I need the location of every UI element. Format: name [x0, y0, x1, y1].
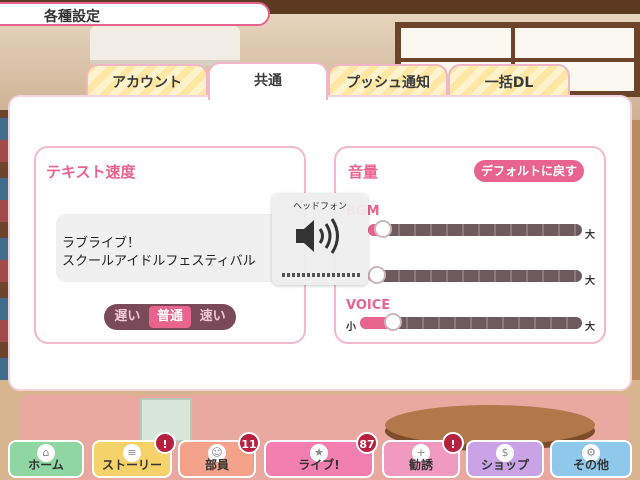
nav-home[interactable]: ⌂ ホーム: [8, 440, 84, 478]
voice-max-label: 大: [585, 322, 595, 333]
speaker-icon: [296, 218, 339, 254]
nav-other[interactable]: ⚙ その他: [550, 440, 632, 478]
nav-live[interactable]: ★ ライブ! 87: [264, 432, 378, 478]
tab-push-notification[interactable]: プッシュ通知: [328, 64, 448, 100]
nav-other-label: その他: [572, 458, 609, 472]
se-max-label: 大: [585, 276, 595, 287]
voice-label: VOICE: [346, 298, 391, 313]
tab-bulk-download[interactable]: 一括DL: [448, 64, 570, 100]
reset-default-button[interactable]: デフォルトに戻す: [474, 160, 584, 182]
speed-fast-button[interactable]: 速い: [191, 306, 234, 328]
nav-live-badge: 87: [356, 432, 378, 454]
se-slider-knob[interactable]: [368, 266, 386, 284]
voice-slider-knob[interactable]: [384, 313, 402, 331]
page-title: 各種設定: [44, 9, 100, 25]
nav-scout-badge: !: [442, 432, 464, 454]
headphone-volume-overlay: ヘッドフォン: [272, 193, 368, 285]
nav-members-badge: 11: [238, 432, 260, 454]
air-conditioner: [90, 26, 240, 66]
se-slider[interactable]: [368, 266, 582, 284]
nav-story-badge: !: [154, 432, 176, 454]
bgm-slider[interactable]: [368, 220, 582, 238]
nav-shop[interactable]: $ ショップ: [466, 440, 544, 478]
speed-slow-button[interactable]: 遅い: [106, 306, 149, 328]
nav-shop-label: ショップ: [480, 458, 529, 472]
nav-home-label: ホーム: [28, 458, 64, 472]
tab-account[interactable]: アカウント: [86, 64, 208, 100]
speed-normal-button[interactable]: 普通: [148, 306, 192, 328]
text-speed-title: テキスト速度: [46, 163, 136, 181]
sample-text-line2: スクールアイドルフェスティバル: [62, 254, 256, 269]
page-title-bar: 各種設定: [0, 2, 270, 26]
headphone-volume-meter: [282, 273, 360, 277]
sample-text-box: ラブライブ！ スクールアイドルフェスティバル: [56, 214, 286, 282]
volume-title: 音量: [348, 163, 379, 181]
nav-story-label: ストーリー: [101, 458, 162, 472]
tab-common[interactable]: 共通: [208, 62, 328, 100]
voice-slider[interactable]: [360, 313, 582, 331]
sample-text-line1: ラブライブ！: [62, 236, 141, 251]
nav-members[interactable]: ☺ 部員 11: [178, 432, 260, 478]
nav-live-label: ライブ!: [298, 458, 340, 472]
nav-scout[interactable]: + 勧誘 !: [382, 432, 464, 478]
speed-selector: 遅い 普通 速い: [104, 304, 236, 330]
bgm-max-label: 大: [585, 230, 595, 241]
bgm-slider-knob[interactable]: [374, 220, 392, 238]
nav-story[interactable]: ≡ ストーリー !: [92, 432, 176, 478]
bottom-nav: ⌂ ホーム ≡ ストーリー ! ☺ 部員 11 ★ ライブ! 87 + 勧誘 !…: [0, 432, 640, 480]
nav-scout-label: 勧誘: [408, 458, 433, 472]
headphone-label: ヘッドフォン: [292, 202, 347, 212]
nav-members-label: 部員: [204, 458, 229, 472]
voice-min-label: 小: [346, 322, 356, 333]
